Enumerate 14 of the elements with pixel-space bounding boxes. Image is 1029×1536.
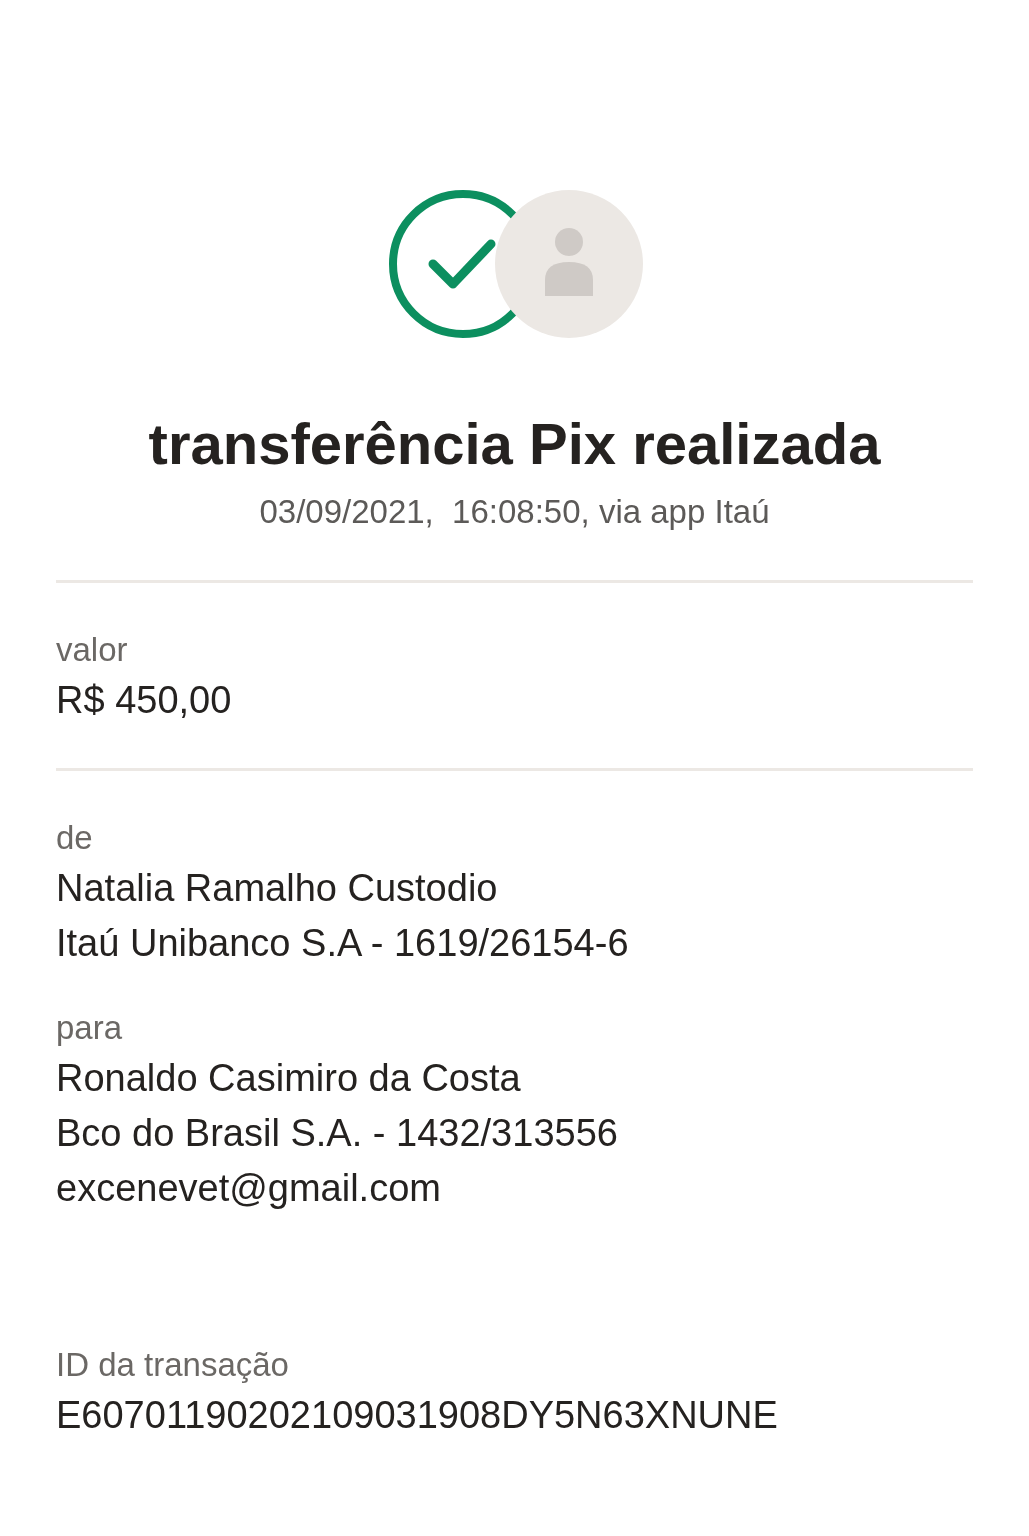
field-value: excenevet@gmail.com	[56, 1166, 442, 1211]
field-label: ID da transação	[56, 1345, 290, 1385]
field-value: Bco do Brasil S.A. - 1432/313556	[56, 1111, 619, 1156]
field-label: de	[56, 818, 94, 858]
avatar-icon	[494, 190, 643, 338]
field-value: E60701190202109031908DY5N63XNUNE	[56, 1393, 779, 1438]
field-value: R$ 450,00	[56, 678, 233, 723]
field-label: para	[56, 1008, 124, 1048]
title: transferência Pix realizada	[148, 410, 881, 478]
field-label: valor	[56, 630, 129, 670]
field-value: Ronaldo Casimiro da Costa	[56, 1056, 522, 1101]
field-value: Itaú Unibanco S.A - 1619/26154-6	[56, 921, 630, 966]
field-value: Natalia Ramalho Custodio	[56, 866, 499, 911]
subtitle: 03/09/2021, 16:08:50, via app Itaú	[259, 492, 770, 532]
